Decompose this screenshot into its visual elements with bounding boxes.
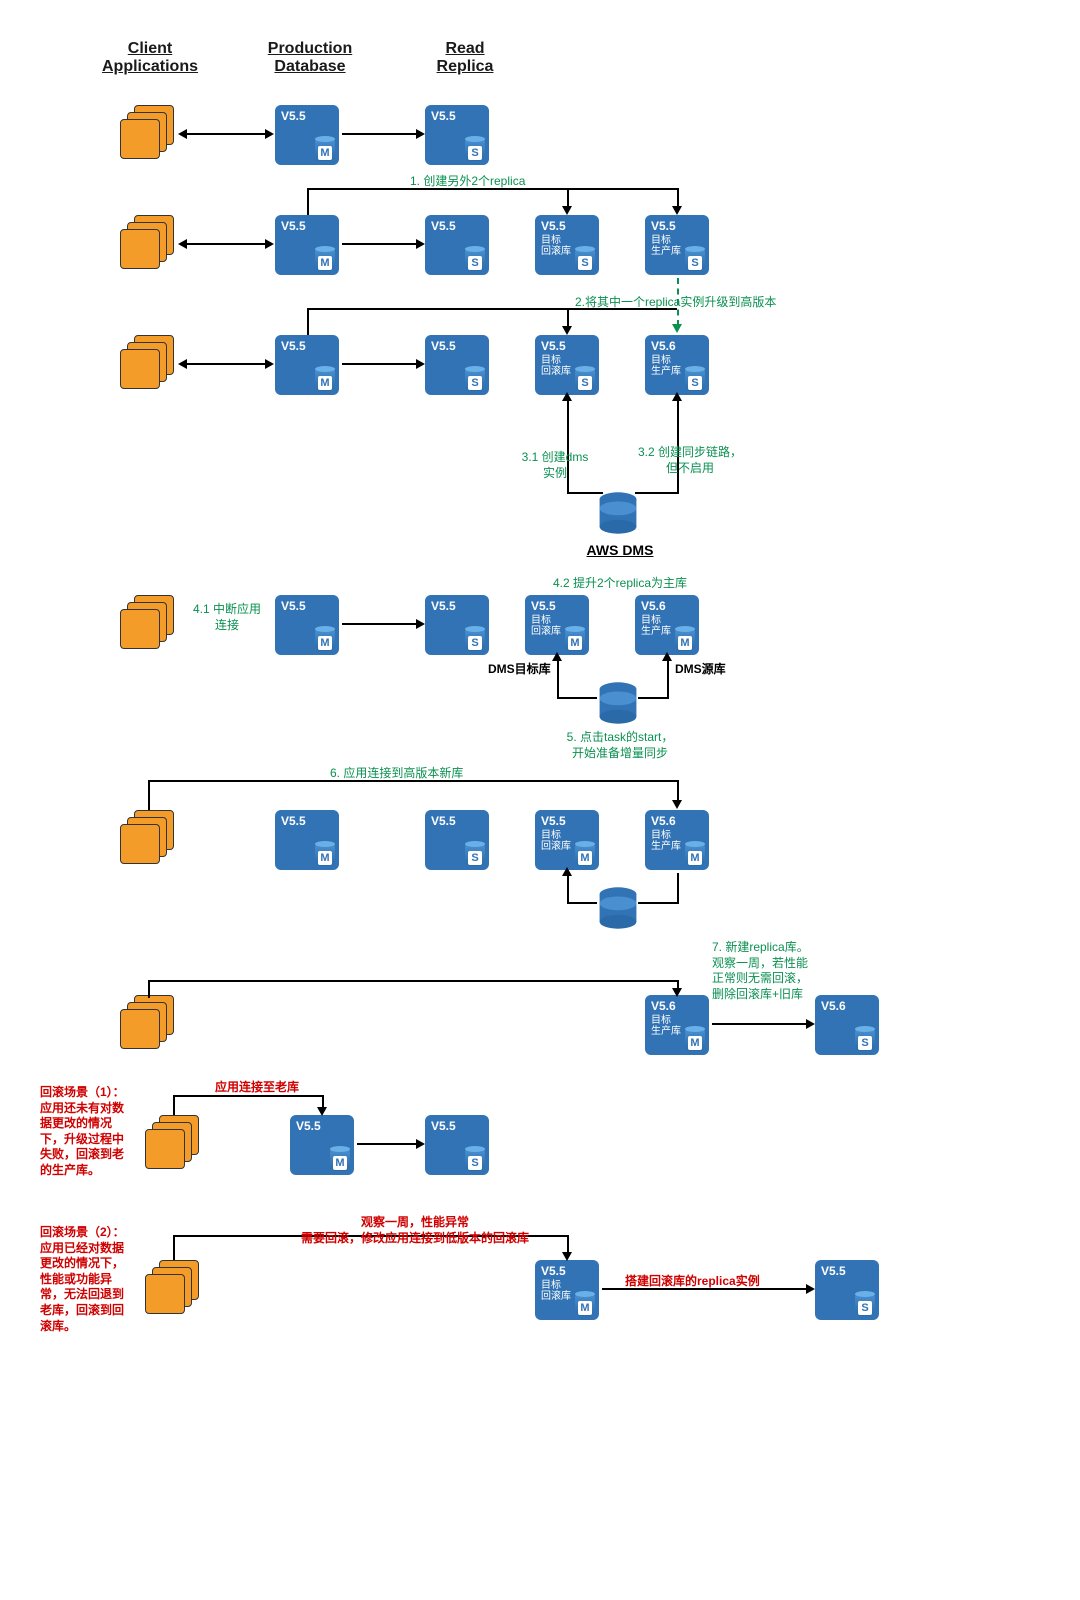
db-rollback-r3: V5.5目标 回滚库S xyxy=(535,335,599,395)
db-new-replica-r6: V5.6S xyxy=(815,995,879,1055)
step6-label: 6. 应用连接到高版本新库 xyxy=(330,766,463,782)
diagram-canvas: Client Applications Production Database … xyxy=(20,20,1060,1580)
db-rollback-r2: V5.5目标 回滚库S xyxy=(535,215,599,275)
db-targetprod-r6: V5.6目标 生产库M xyxy=(645,995,709,1055)
client-app-icon xyxy=(120,595,178,653)
db-replica-rb1: V5.5S xyxy=(425,1115,489,1175)
db-replica-r3: V5.5S xyxy=(425,335,489,395)
client-app-icon xyxy=(145,1115,203,1173)
step1-label: 1. 创建另外2个replica xyxy=(410,174,525,190)
db-rollback-r5: V5.5目标 回滚库M xyxy=(535,810,599,870)
db-targetprod-r4: V5.6目标 生产库M xyxy=(635,595,699,655)
step5-label: 5. 点击task的start， 开始准备增量同步 xyxy=(540,730,700,761)
client-app-icon xyxy=(120,810,178,868)
client-app-icon xyxy=(120,335,178,393)
rollback1-title: 回滚场景（1）： 应用还未有对数 据更改的情况 下，升级过程中 失败，回滚到老 … xyxy=(40,1085,140,1179)
header-replica: Read Replica xyxy=(410,40,520,76)
db-rollback-rb2: V5.5目标 回滚库M xyxy=(535,1260,599,1320)
rollback2-arrow: 观察一周，性能异常 需要回滚，修改应用连接到低版本的回滚库 xyxy=(275,1215,555,1246)
client-app-icon xyxy=(120,995,178,1053)
db-prod-r2: V5.5M xyxy=(275,215,339,275)
db-rollback-replica-rb2: V5.5S xyxy=(815,1260,879,1320)
client-app-icon xyxy=(120,105,178,163)
db-rollback-r4: V5.5目标 回滚库M xyxy=(525,595,589,655)
rollback1-arrow: 应用连接至老库 xyxy=(215,1080,299,1096)
db-replica-r1: V5.5S xyxy=(425,105,489,165)
step41-label: 4.1 中断应用 连接 xyxy=(182,602,272,633)
dms-icon xyxy=(595,680,641,726)
client-app-icon xyxy=(145,1260,203,1318)
step7-label: 7. 新建replica库。 观察一周，若性能 正常则无需回滚， 删除回滚库+旧… xyxy=(712,940,842,1002)
step32-label: 3.2 创建同步链路， 但不启用 xyxy=(630,445,750,476)
db-prod-rb1: V5.5M xyxy=(290,1115,354,1175)
db-replica-r4: V5.5S xyxy=(425,595,489,655)
db-prod-r1: V5.5M xyxy=(275,105,339,165)
db-replica-r5: V5.5S xyxy=(425,810,489,870)
db-replica-r2: V5.5S xyxy=(425,215,489,275)
client-app-icon xyxy=(120,215,178,273)
header-prod: Production Database xyxy=(255,40,365,76)
db-prod-r4: V5.5M xyxy=(275,595,339,655)
header-client: Client Applications xyxy=(95,40,205,76)
dms-label: AWS DMS xyxy=(575,542,665,558)
db-targetprod-r5: V5.6目标 生产库M xyxy=(645,810,709,870)
db-prod-r5: V5.5M xyxy=(275,810,339,870)
dms-source-label: DMS源库 xyxy=(675,660,726,677)
dms-icon xyxy=(595,490,641,536)
rollback2-title: 回滚场景（2）： 应用已经对数据 更改的情况下， 性能或功能异 常，无法回退到 … xyxy=(40,1225,140,1334)
step42-label: 4.2 提升2个replica为主库 xyxy=(535,576,705,592)
db-targetprod-r2: V5.5目标 生产库S xyxy=(645,215,709,275)
dms-target-label: DMS目标库 xyxy=(488,660,551,677)
db-targetprod-r3: V5.6目标 生产库S xyxy=(645,335,709,395)
db-prod-r3: V5.5M xyxy=(275,335,339,395)
rollback2-replica-arrow: 搭建回滚库的replica实例 xyxy=(625,1274,760,1290)
step31-label: 3.1 创建dms 实例 xyxy=(510,450,600,481)
dms-icon xyxy=(595,885,641,931)
